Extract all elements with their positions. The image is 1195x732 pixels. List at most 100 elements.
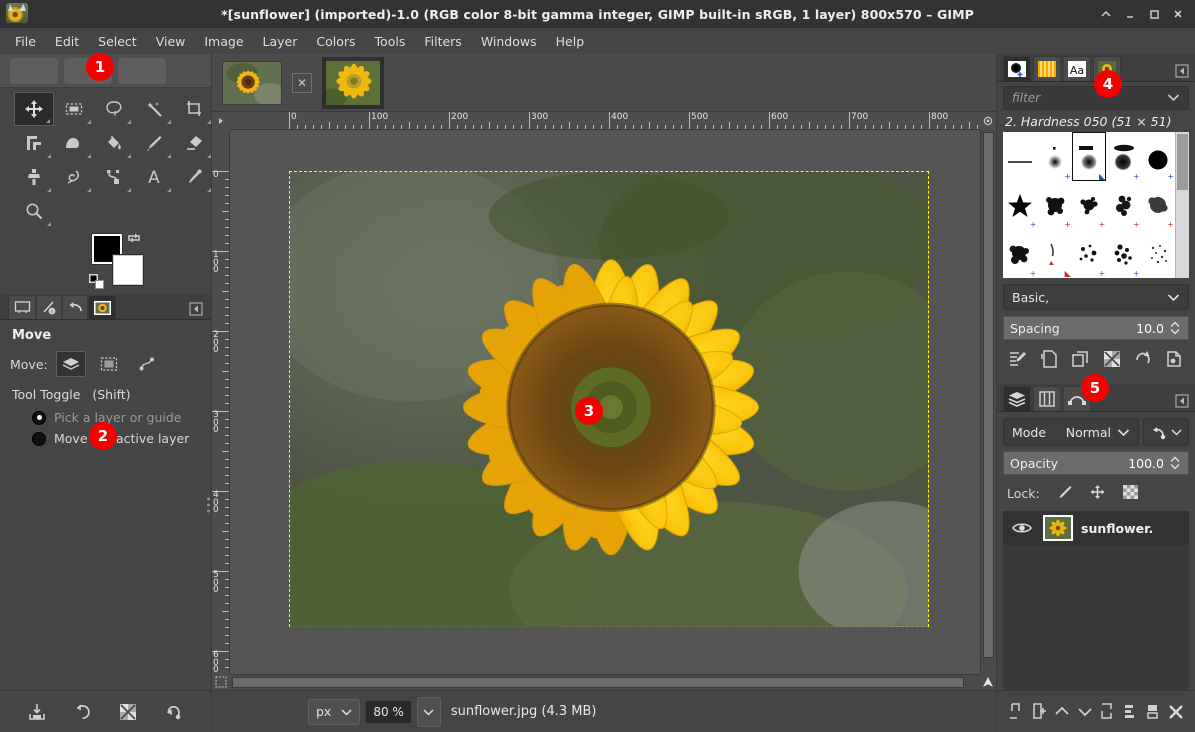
menu-filters[interactable]: Filters: [415, 31, 470, 52]
unit-menu-corner[interactable]: [212, 112, 230, 130]
tab-layers[interactable]: [1003, 386, 1031, 411]
brush-item[interactable]: +: [1106, 132, 1140, 181]
unified-transform-tool[interactable]: [14, 126, 54, 160]
brush-item[interactable]: +: [1037, 181, 1071, 230]
quick-mask-icon[interactable]: [212, 674, 230, 690]
brush-item-selected[interactable]: ◣: [1072, 132, 1106, 181]
reset-tool-options-button[interactable]: [161, 699, 187, 725]
shade-button[interactable]: [1095, 3, 1117, 25]
refresh-brushes-button[interactable]: [1132, 348, 1154, 370]
delete-brush-button[interactable]: [1101, 348, 1123, 370]
unit-selector[interactable]: px: [308, 699, 360, 725]
vertical-ruler[interactable]: 0100200300400500600: [212, 130, 230, 674]
brush-item[interactable]: +: [1037, 132, 1071, 181]
layer-list[interactable]: sunflower.: [1003, 511, 1189, 690]
warp-transform-tool[interactable]: [54, 126, 94, 160]
menu-view[interactable]: View: [147, 31, 195, 52]
zoom-selector[interactable]: [417, 697, 441, 727]
layer-mode-selector[interactable]: Mode Normal: [1003, 418, 1139, 446]
default-colors-icon[interactable]: [89, 274, 105, 293]
menu-colors[interactable]: Colors: [307, 31, 364, 52]
maximize-button[interactable]: [1143, 3, 1165, 25]
open-brush-as-image-button[interactable]: [1163, 348, 1185, 370]
lock-position-button[interactable]: [1089, 484, 1106, 503]
move-path-mode-button[interactable]: [132, 351, 162, 377]
tab-fonts[interactable]: Aa: [1063, 56, 1091, 81]
navigation-icon[interactable]: [980, 674, 996, 690]
spacing-stepper[interactable]: [1168, 321, 1182, 335]
dock-menu-icon[interactable]: [1175, 64, 1189, 81]
lock-alpha-button[interactable]: [1122, 484, 1139, 503]
save-tool-preset-button[interactable]: [24, 699, 50, 725]
duplicate-layer-button[interactable]: [1097, 701, 1117, 723]
opacity-slider[interactable]: Opacity 100.0: [1003, 451, 1189, 475]
minimize-button[interactable]: [1119, 3, 1141, 25]
spacing-slider[interactable]: Spacing 10.0: [1003, 316, 1189, 340]
close-button[interactable]: [1167, 3, 1189, 25]
anchor-layer-button[interactable]: [1120, 701, 1140, 723]
paths-tool[interactable]: [94, 160, 134, 194]
brush-item[interactable]: +: [1072, 229, 1106, 278]
canvas[interactable]: [230, 130, 980, 674]
new-layer-button[interactable]: [1006, 701, 1026, 723]
duplicate-brush-button[interactable]: [1069, 348, 1091, 370]
brush-item[interactable]: +: [1141, 181, 1175, 230]
brush-tag-selector[interactable]: Basic,: [1003, 284, 1189, 310]
new-brush-button[interactable]: [1038, 348, 1060, 370]
paintbrush-tool[interactable]: [134, 126, 174, 160]
lock-pixels-button[interactable]: [1056, 484, 1073, 503]
menu-file[interactable]: File: [6, 31, 45, 52]
tab-undo-history[interactable]: [62, 295, 88, 319]
brush-item[interactable]: +: [1003, 181, 1037, 230]
text-tool[interactable]: A: [134, 160, 174, 194]
brush-item[interactable]: +: [1141, 132, 1175, 181]
free-select-tool[interactable]: [94, 92, 134, 126]
fuzzy-select-tool[interactable]: [134, 92, 174, 126]
brush-item[interactable]: ◣: [1037, 229, 1071, 278]
vertical-scrollbar[interactable]: [980, 130, 996, 674]
canvas-image[interactable]: [289, 171, 929, 627]
brush-grid[interactable]: + ◣ + +: [1003, 132, 1175, 278]
layer-mode-switch[interactable]: [1143, 418, 1189, 446]
zoom-tool[interactable]: [14, 194, 54, 228]
horizontal-ruler[interactable]: 0100200300400500600700800: [230, 112, 980, 130]
rectangle-select-tool[interactable]: [54, 92, 94, 126]
edit-brush-button[interactable]: [1007, 348, 1029, 370]
smudge-tool[interactable]: [54, 160, 94, 194]
tab-images[interactable]: [88, 295, 116, 319]
brush-item[interactable]: +: [1106, 181, 1140, 230]
move-selection-mode-button[interactable]: [94, 351, 124, 377]
menu-edit[interactable]: Edit: [46, 31, 88, 52]
horizontal-scrollbar-thumb[interactable]: [232, 677, 964, 688]
brush-item[interactable]: [1003, 132, 1037, 181]
left-dock-resize-grip[interactable]: [207, 498, 210, 513]
chevron-down-icon[interactable]: [1167, 91, 1180, 105]
background-color-swatch[interactable]: [113, 255, 143, 285]
swap-colors-icon[interactable]: [126, 231, 142, 248]
eye-icon[interactable]: [1009, 521, 1035, 535]
zoom-image-icon[interactable]: [980, 112, 996, 130]
image-thumbnail-1[interactable]: [222, 61, 282, 105]
lower-layer-button[interactable]: [1075, 701, 1095, 723]
menu-windows[interactable]: Windows: [472, 31, 546, 52]
horizontal-scrollbar[interactable]: [230, 674, 980, 690]
chevron-down-icon[interactable]: [1167, 290, 1180, 305]
dock-menu-icon[interactable]: [189, 302, 203, 319]
dock-menu-icon[interactable]: [1175, 394, 1189, 411]
pick-layer-or-guide-radio[interactable]: Pick a layer or guide: [32, 410, 201, 425]
tab-channels[interactable]: [1033, 386, 1061, 411]
new-layer-group-button[interactable]: [1029, 701, 1049, 723]
menu-help[interactable]: Help: [547, 31, 594, 52]
opacity-stepper[interactable]: [1168, 456, 1182, 470]
clone-stamp-tool[interactable]: [14, 160, 54, 194]
tab-device-status[interactable]: i: [36, 295, 62, 319]
move-layer-mode-button[interactable]: [56, 351, 86, 377]
brush-item[interactable]: [1141, 229, 1175, 278]
delete-layer-button[interactable]: [1166, 701, 1186, 723]
move-tool[interactable]: [14, 92, 54, 126]
raise-layer-button[interactable]: [1052, 701, 1072, 723]
zoom-input[interactable]: 80 %: [366, 701, 411, 723]
menu-layer[interactable]: Layer: [254, 31, 307, 52]
eraser-tool[interactable]: [174, 126, 214, 160]
tab-brushes[interactable]: [1003, 56, 1031, 81]
